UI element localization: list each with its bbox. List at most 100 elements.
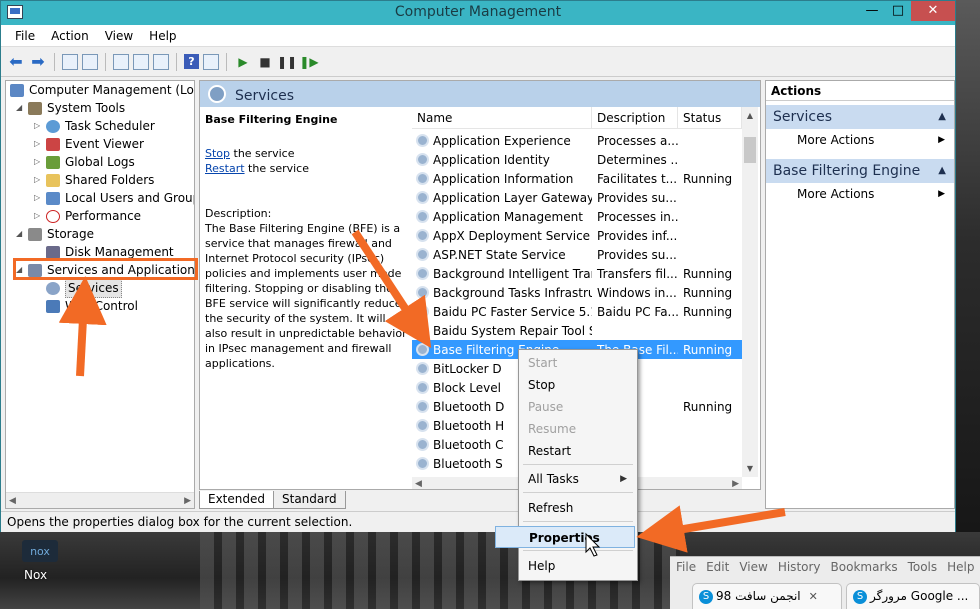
- service-description-cell: Baidu PC Fa...: [597, 304, 678, 319]
- column-name[interactable]: Name: [412, 107, 592, 128]
- forward-arrow-icon[interactable]: ➡: [29, 52, 47, 71]
- export-list-icon[interactable]: [153, 53, 169, 70]
- collapse-caret-icon[interactable]: ▲: [938, 105, 946, 129]
- column-status[interactable]: Status: [678, 107, 742, 128]
- browser-menu-file[interactable]: File: [676, 560, 696, 574]
- scroll-right-icon[interactable]: ▶: [184, 496, 191, 506]
- menu-help[interactable]: Help: [141, 29, 184, 43]
- browser-menu-history[interactable]: History: [778, 560, 821, 574]
- expand-icon[interactable]: ▷: [34, 207, 44, 225]
- browser-tab-google[interactable]: S مرورگر Google ...: [846, 583, 980, 609]
- scroll-down-icon[interactable]: ▼: [742, 464, 758, 473]
- ctx-resume[interactable]: Resume: [521, 418, 635, 440]
- ctx-properties[interactable]: Properties: [495, 526, 635, 548]
- service-name-cell: Application Identity: [412, 153, 592, 167]
- tree-item-task-scheduler[interactable]: ▷ Task Scheduler: [34, 117, 155, 135]
- tree-item-event-viewer[interactable]: ▷ Event Viewer: [34, 135, 144, 153]
- ctx-restart[interactable]: Restart: [521, 440, 635, 462]
- table-row[interactable]: Application Layer Gateway ... Provides su…: [412, 188, 742, 207]
- table-row[interactable]: Application Identity Determines ...: [412, 150, 742, 169]
- ctx-help[interactable]: Help: [521, 555, 635, 577]
- tab-extended[interactable]: Extended: [199, 491, 274, 509]
- tree-item-services[interactable]: Services: [46, 278, 122, 298]
- expand-icon[interactable]: ▷: [34, 117, 44, 135]
- scroll-left-icon[interactable]: ◀: [9, 496, 16, 506]
- maximize-button[interactable]: □: [885, 1, 911, 21]
- table-row[interactable]: ASP.NET State Service Provides su...: [412, 245, 742, 264]
- column-description[interactable]: Description: [592, 107, 678, 128]
- tree-item-local-users-groups[interactable]: ▷ Local Users and Groups: [34, 189, 194, 207]
- tree-item-performance[interactable]: ▷ Performance: [34, 207, 141, 225]
- actions-section-services[interactable]: Services ▲: [766, 105, 954, 129]
- minimize-button[interactable]: —: [859, 1, 885, 21]
- more-actions-services[interactable]: More Actions ▶: [766, 130, 954, 150]
- refresh-icon[interactable]: [133, 53, 149, 70]
- browser-menu-help[interactable]: Help: [947, 560, 974, 574]
- stop-service-link[interactable]: Stop: [205, 147, 230, 160]
- browser-menu-bookmarks[interactable]: Bookmarks: [831, 560, 898, 574]
- service-description-cell: Provides su...: [597, 247, 677, 262]
- tree-item-wmi-control[interactable]: WMI Control: [46, 297, 138, 315]
- close-tab-icon[interactable]: ✕: [809, 590, 818, 603]
- start-service-icon[interactable]: ▶: [234, 53, 252, 71]
- tree-item-system-tools[interactable]: ◢ System Tools: [16, 99, 125, 117]
- table-row[interactable]: AppX Deployment Service (... Provides inf…: [412, 226, 742, 245]
- ctx-stop[interactable]: Stop: [521, 374, 635, 396]
- nox-app-label[interactable]: Nox: [24, 568, 47, 582]
- ctx-pause[interactable]: Pause: [521, 396, 635, 418]
- browser-menu-tools[interactable]: Tools: [908, 560, 938, 574]
- expand-icon[interactable]: ▷: [34, 189, 44, 207]
- scroll-up-icon[interactable]: ▲: [742, 111, 758, 120]
- restart-service-icon[interactable]: ❚▶: [299, 53, 318, 71]
- collapse-icon[interactable]: ◢: [16, 225, 26, 243]
- table-row[interactable]: Baidu System Repair Tool S...: [412, 321, 742, 340]
- close-button[interactable]: ✕: [911, 1, 955, 21]
- collapse-icon[interactable]: ◢: [16, 99, 26, 117]
- up-folder-icon[interactable]: [62, 53, 78, 70]
- table-row[interactable]: Background Tasks Infrastru... Windows in.…: [412, 283, 742, 302]
- properties-icon[interactable]: [113, 53, 129, 70]
- show-hide-tree-icon[interactable]: [82, 53, 98, 70]
- tree-item-storage[interactable]: ◢ Storage: [16, 225, 94, 243]
- scroll-thumb[interactable]: [744, 137, 756, 163]
- more-actions-bfe[interactable]: More Actions ▶: [766, 184, 954, 204]
- table-row[interactable]: Baidu PC Faster Service 5.1.... Baidu PC …: [412, 302, 742, 321]
- pause-service-icon[interactable]: ❚❚: [277, 53, 297, 71]
- show-action-pane-icon[interactable]: [203, 53, 219, 70]
- tree-item-shared-folders[interactable]: ▷ Shared Folders: [34, 171, 154, 189]
- tree-item-computer-management[interactable]: Computer Management (Local: [10, 81, 194, 99]
- title-bar[interactable]: Computer Management — □ ✕: [1, 1, 955, 25]
- scroll-right-icon[interactable]: ▶: [732, 479, 739, 489]
- browser-menu-view[interactable]: View: [739, 560, 767, 574]
- ctx-all-tasks[interactable]: All Tasks ▶: [521, 468, 635, 490]
- browser-tab-soft98[interactable]: S انجمن سافت 98 ✕: [692, 583, 842, 609]
- nox-app-icon[interactable]: nox: [18, 540, 62, 562]
- collapse-caret-icon[interactable]: ▲: [938, 159, 946, 183]
- table-row[interactable]: Application Information Facilitates t... R…: [412, 169, 742, 188]
- expand-icon[interactable]: ▷: [34, 135, 44, 153]
- table-row[interactable]: Application Experience Processes a...: [412, 131, 742, 150]
- tree-horizontal-scrollbar[interactable]: ◀ ▶: [6, 492, 194, 508]
- gear-icon: [416, 419, 429, 432]
- actions-pane: Actions Services ▲ More Actions ▶ Base Fil…: [765, 80, 955, 509]
- stop-service-icon[interactable]: ■: [256, 53, 274, 71]
- restart-service-link[interactable]: Restart: [205, 162, 245, 175]
- tab-standard[interactable]: Standard: [273, 491, 346, 509]
- menu-action[interactable]: Action: [43, 29, 97, 43]
- table-row[interactable]: Background Intelligent Tran... Transfers …: [412, 264, 742, 283]
- scroll-left-icon[interactable]: ◀: [415, 479, 422, 489]
- expand-icon[interactable]: ▷: [34, 153, 44, 171]
- menu-file[interactable]: File: [7, 29, 43, 43]
- back-arrow-icon[interactable]: ⬅: [7, 52, 25, 71]
- ctx-refresh[interactable]: Refresh: [521, 497, 635, 519]
- ctx-start[interactable]: Start: [521, 352, 635, 374]
- menu-view[interactable]: View: [97, 29, 141, 43]
- help-icon[interactable]: ?: [184, 54, 199, 69]
- table-row[interactable]: Application Management Processes in...: [412, 207, 742, 226]
- expand-icon[interactable]: ▷: [34, 171, 44, 189]
- tree-item-global-logs[interactable]: ▷ Global Logs: [34, 153, 135, 171]
- list-vertical-scrollbar[interactable]: ▲ ▼: [742, 107, 758, 477]
- browser-menu-edit[interactable]: Edit: [706, 560, 729, 574]
- actions-section-base-filtering-engine[interactable]: Base Filtering Engine ▲: [766, 159, 954, 183]
- submenu-arrow-icon: ▶: [938, 189, 945, 199]
